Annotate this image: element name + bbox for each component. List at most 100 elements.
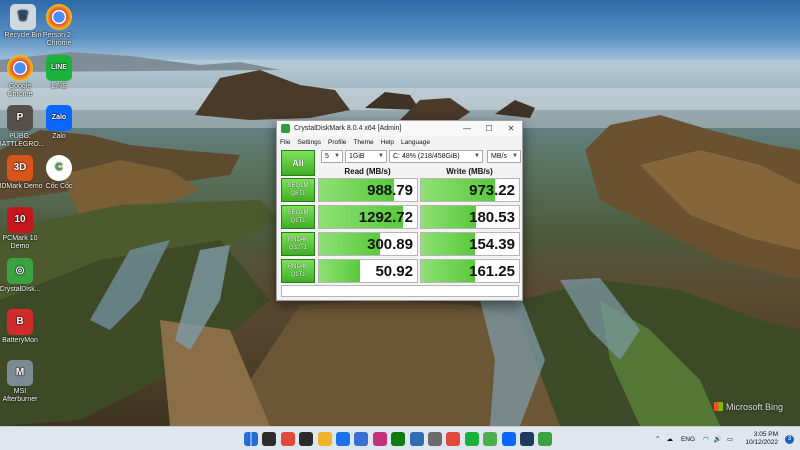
drive-select[interactable]: C: 48% (218/458GiB) ▼ xyxy=(389,150,483,163)
msi-afterburner-icon: M xyxy=(7,360,33,386)
read-result-cell: 50.92 xyxy=(318,259,418,283)
menu-help[interactable]: Help xyxy=(381,139,394,146)
comment-input[interactable] xyxy=(281,285,519,297)
read-value: 50.92 xyxy=(375,263,413,280)
menu-file[interactable]: File xyxy=(280,139,290,146)
taskbar-search-icon[interactable] xyxy=(262,432,277,446)
taskbar-terminal-icon[interactable] xyxy=(520,432,534,446)
minimize-button[interactable]: — xyxy=(456,121,478,136)
line-app-icon: LINE xyxy=(46,55,72,81)
unit-select[interactable]: MB/s ▼ xyxy=(487,150,521,163)
desktop-icon-msi-afterburner[interactable]: M MSI Afterburner xyxy=(0,360,43,404)
read-value: 1292.72 xyxy=(358,209,413,226)
menu-settings[interactable]: Settings xyxy=(297,139,321,146)
taskbar-xbox-icon[interactable] xyxy=(391,432,406,446)
menu-theme[interactable]: Theme xyxy=(353,139,373,146)
read-column-header: Read (MB/s) xyxy=(344,167,391,176)
test-seq1m-q1t1-button[interactable]: SEQ1M Q1T1 xyxy=(281,205,315,229)
taskbar-file-explorer-icon[interactable] xyxy=(317,432,332,446)
chevron-down-icon: ▼ xyxy=(512,153,518,159)
write-value: 973.22 xyxy=(469,182,515,199)
taskbar-coc-coc-icon[interactable] xyxy=(483,432,498,446)
desktop-icon-coccoc[interactable]: C Cốc Cốc xyxy=(36,155,82,191)
pcmark-icon: 10 xyxy=(7,207,33,233)
write-result-cell: 154.39 xyxy=(420,232,520,256)
test-size-select[interactable]: 1GiB ▼ xyxy=(345,150,387,163)
desktop-icon-label: BatteryMon xyxy=(2,337,38,344)
test-rnd4k-q1t1-button[interactable]: RND4K Q1T1 xyxy=(281,259,315,283)
cloud-icon[interactable]: ☁ xyxy=(666,435,673,443)
taskbar-zalo-icon[interactable] xyxy=(501,432,516,446)
wifi-icon[interactable]: ◠ xyxy=(703,435,709,443)
test-count-select[interactable]: 5 ▼ xyxy=(321,150,343,163)
desktop-icon-line[interactable]: LINE LINE xyxy=(36,55,82,91)
write-value: 180.53 xyxy=(469,209,515,226)
desktop-icon-label: MSI Afterburner xyxy=(2,388,38,403)
write-result-cell: 161.25 xyxy=(420,259,520,283)
menu-language[interactable]: Language xyxy=(401,139,430,146)
desktop-icon-zalo[interactable]: Zalo Zalo xyxy=(36,105,82,141)
taskbar-line-icon[interactable] xyxy=(464,432,479,446)
taskbar: ⌃ ☁ ENG ◠ 🔊 ▭ 3:05 PM 10/12/2022 3 xyxy=(0,426,800,450)
read-result-cell: 300.89 xyxy=(318,232,418,256)
chevron-down-icon: ▼ xyxy=(334,153,340,159)
read-result-cell: 1292.72 xyxy=(318,205,418,229)
read-result-cell: 988.79 xyxy=(318,178,418,202)
taskbar-start-icon[interactable] xyxy=(244,432,258,446)
write-result-cell: 180.53 xyxy=(420,205,520,229)
maximize-button[interactable]: ☐ xyxy=(478,121,500,136)
test-rnd4k-q32t1-button[interactable]: RND4K Q32T1 xyxy=(281,232,315,256)
desktop-icon-label: Cốc Cốc xyxy=(45,183,73,190)
run-all-button[interactable]: All xyxy=(281,150,315,176)
test-seq1m-q8t1-button[interactable]: SEQ1M Q8T1 xyxy=(281,178,315,202)
menu-profile[interactable]: Profile xyxy=(328,139,346,146)
taskbar-crystaldiskmark-icon[interactable] xyxy=(538,432,553,446)
desktop-icon-label: LINE xyxy=(51,83,67,90)
clock-date: 10/12/2022 xyxy=(745,439,778,446)
crystaldiskmark-window: CrystalDiskMark 8.0.4 x64 [Admin] — ☐ ✕ … xyxy=(276,120,523,301)
desktop-icon-label: Zalo xyxy=(52,133,66,140)
language-indicator[interactable]: ENG xyxy=(681,436,695,443)
3dmark-icon: 3D xyxy=(7,155,33,181)
desktop-icon-batterymon[interactable]: B BatteryMon xyxy=(0,309,43,345)
menu-bar: File Settings Profile Theme Help Languag… xyxy=(277,136,522,148)
pubg-icon: P xyxy=(7,105,33,131)
coccoc-icon: C xyxy=(46,155,72,181)
chrome-icon xyxy=(7,55,33,81)
desktop-icon-label: CrystalDisk... xyxy=(0,286,41,293)
microsoft-logo-icon xyxy=(714,402,723,411)
taskbar-games-icon[interactable] xyxy=(372,432,387,446)
write-result-cell: 973.22 xyxy=(420,178,520,202)
test-controls: All 5 ▼ 1GiB ▼ C: 48% (218/458GiB) ▼ MB/s ▼ xyxy=(281,150,521,176)
read-value: 300.89 xyxy=(367,236,413,253)
battery-icon[interactable]: ▭ xyxy=(727,435,733,443)
taskbar-mail-icon[interactable] xyxy=(336,432,350,446)
notification-badge[interactable]: 3 xyxy=(785,435,794,444)
write-bar xyxy=(421,233,475,255)
bing-watermark: Microsoft Bing xyxy=(714,402,783,412)
desktop-icon-crystaldisk[interactable]: ◎ CrystalDisk... xyxy=(0,258,43,294)
desktop-icon-chrome-person2[interactable]: Person 2 - Chrome xyxy=(36,4,82,48)
chrome-icon xyxy=(46,4,72,30)
volume-icon[interactable]: 🔊 xyxy=(714,435,722,443)
read-value: 988.79 xyxy=(367,182,413,199)
taskbar-store-icon[interactable] xyxy=(354,432,369,446)
clock[interactable]: 3:05 PM 10/12/2022 xyxy=(745,431,778,447)
taskbar-chrome-icon[interactable] xyxy=(280,432,295,446)
recycle-bin-icon: 🗑 xyxy=(10,4,36,30)
system-tray: ⌃ ☁ ENG ◠ 🔊 ▭ xyxy=(655,427,733,450)
write-bar xyxy=(421,260,475,282)
write-value: 161.25 xyxy=(469,263,515,280)
chevron-down-icon: ▼ xyxy=(378,153,384,159)
batterymon-icon: B xyxy=(7,309,33,335)
taskbar-photos-icon[interactable] xyxy=(409,432,424,446)
chevron-down-icon: ▼ xyxy=(474,153,480,159)
title-bar[interactable]: CrystalDiskMark 8.0.4 x64 [Admin] — ☐ ✕ xyxy=(277,121,522,136)
taskbar-chrome-2-icon[interactable] xyxy=(446,432,461,446)
desktop-icon-label: PCMark 10 Demo xyxy=(2,235,38,250)
close-button[interactable]: ✕ xyxy=(500,121,522,136)
desktop-icon-pcmark10[interactable]: 10 PCMark 10 Demo xyxy=(0,207,43,251)
taskbar-media-icon[interactable] xyxy=(299,432,314,446)
taskbar-settings-icon[interactable] xyxy=(428,432,442,446)
chevron-up-icon[interactable]: ⌃ xyxy=(655,435,660,443)
